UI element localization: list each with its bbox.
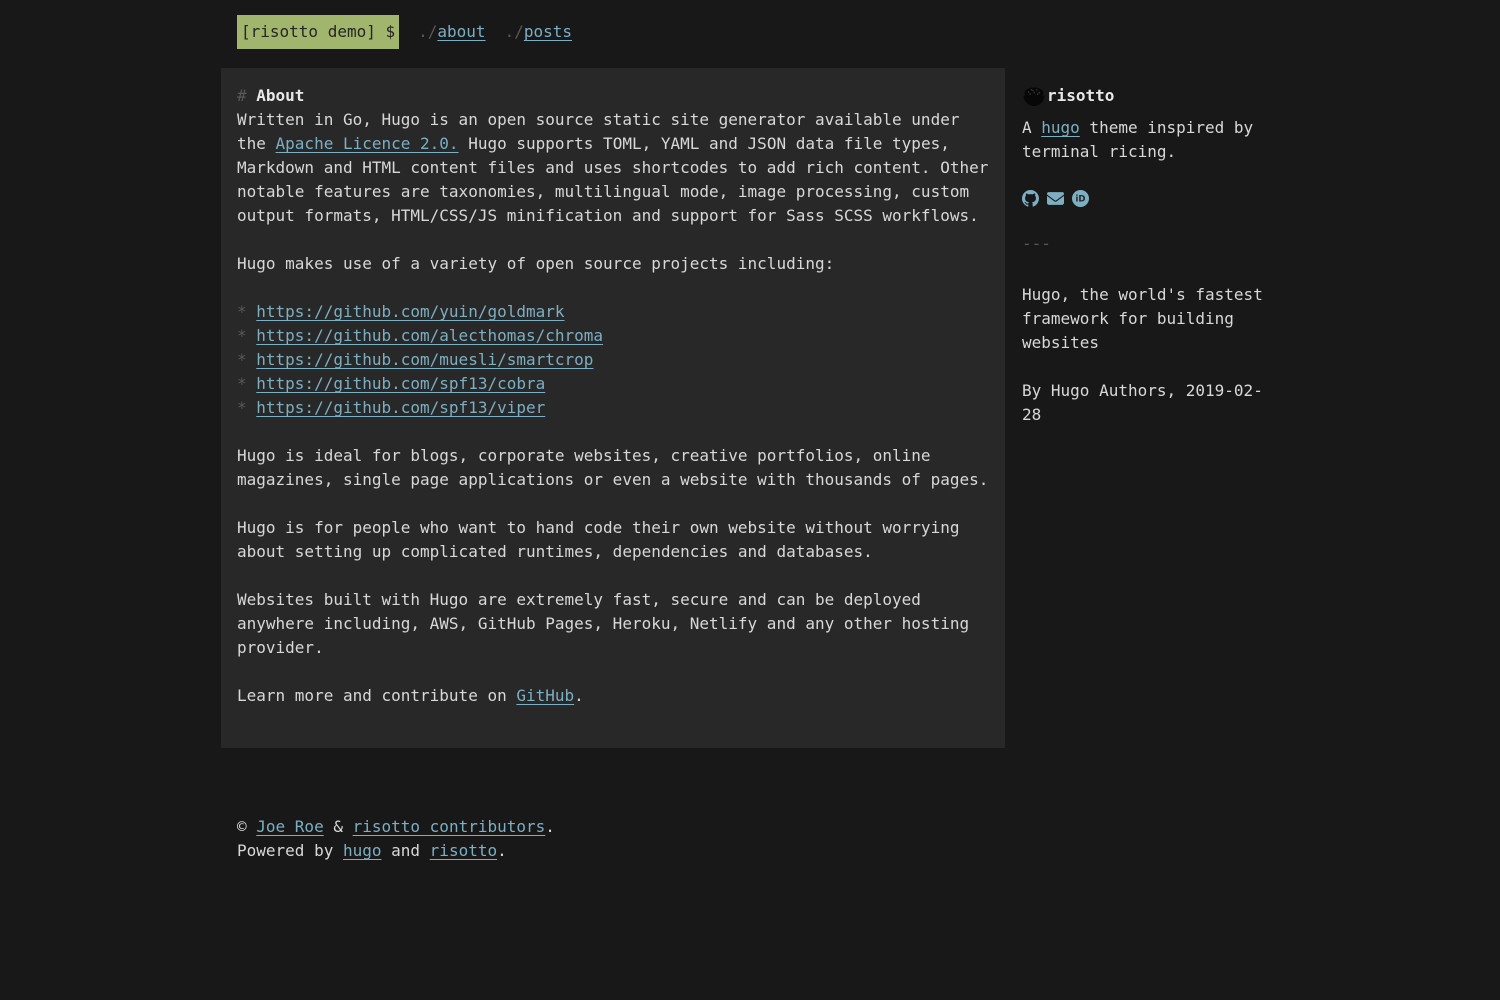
site-tagline: A hugo theme inspired by terminal ricing… (1022, 116, 1279, 164)
paragraph: Hugo makes use of a variety of open sour… (237, 252, 991, 276)
text-run: and (382, 841, 430, 860)
text-run: . (497, 841, 507, 860)
inline-link[interactable]: risotto (430, 841, 497, 860)
inline-link[interactable]: hugo (343, 841, 382, 860)
list-bullet: * (237, 374, 256, 393)
text-run: . (545, 817, 555, 836)
nav-item-prefix: ./ (418, 22, 437, 41)
list-item: * https://github.com/muesli/smartcrop (237, 348, 991, 372)
heading-marker: # (237, 86, 256, 105)
list-item: * https://github.com/spf13/cobra (237, 372, 991, 396)
github-icon-link[interactable] (1022, 190, 1039, 207)
list-link[interactable]: https://github.com/spf13/viper (256, 398, 545, 417)
footer-line: Powered by hugo and risotto. (237, 839, 1279, 863)
sidebar-header: risotto (1022, 84, 1279, 108)
list-link[interactable]: https://github.com/alecthomas/chroma (256, 326, 603, 345)
list-link[interactable]: https://github.com/muesli/smartcrop (256, 350, 593, 369)
github-icon (1022, 190, 1039, 207)
paragraph: Websites built with Hugo are extremely f… (237, 588, 991, 660)
inline-link[interactable]: Apache Licence 2.0. (276, 134, 459, 153)
list-bullet: * (237, 326, 256, 345)
list-item: * https://github.com/yuin/goldmark (237, 300, 991, 324)
nav-item-about: ./about (418, 20, 485, 44)
page: [risotto demo] $ ./about./posts # AboutW… (221, 15, 1279, 863)
social-icons: iD (1022, 190, 1279, 207)
list-item: * https://github.com/alecthomas/chroma (237, 324, 991, 348)
text-run: Hugo is for people who want to hand code… (237, 518, 959, 561)
paragraph: Written in Go, Hugo is an open source st… (237, 108, 991, 228)
text-run: & (324, 817, 353, 836)
sidebar-divider: --- (1022, 232, 1279, 256)
site-title: risotto (1047, 84, 1114, 108)
page-title: # About (237, 84, 991, 108)
list-link[interactable]: https://github.com/spf13/cobra (256, 374, 545, 393)
top-nav: [risotto demo] $ ./about./posts (221, 15, 1279, 49)
inline-link[interactable]: risotto contributors (353, 817, 546, 836)
email-icon (1047, 192, 1064, 205)
text-run: A (1022, 118, 1041, 137)
svg-text:iD: iD (1076, 195, 1086, 205)
list-bullet: * (237, 398, 256, 417)
list-item: * https://github.com/spf13/viper (237, 396, 991, 420)
text-run: . (574, 686, 584, 705)
inline-link[interactable]: Joe Roe (256, 817, 323, 836)
paragraph: Hugo is ideal for blogs, corporate websi… (237, 444, 991, 492)
orcid-icon: iD (1072, 190, 1089, 207)
list-bullet: * (237, 302, 256, 321)
about-content: # AboutWritten in Go, Hugo is an open so… (221, 68, 1005, 748)
text-run: Websites built with Hugo are extremely f… (237, 590, 969, 657)
footer: © Joe Roe & risotto contributors.Powered… (221, 815, 1279, 863)
footer-line: © Joe Roe & risotto contributors. (237, 815, 1279, 839)
main-layout: # AboutWritten in Go, Hugo is an open so… (221, 68, 1279, 748)
byline: By Hugo Authors, 2019-02-28 (1022, 379, 1279, 427)
paragraph: Hugo is for people who want to hand code… (237, 516, 991, 564)
list-link[interactable]: https://github.com/yuin/goldmark (256, 302, 564, 321)
text-run: Powered by (237, 841, 343, 860)
paragraph: Learn more and contribute on GitHub. (237, 684, 991, 708)
link-list: * https://github.com/yuin/goldmark* http… (237, 300, 991, 420)
sidebar: risotto A hugo theme inspired by termina… (1022, 68, 1279, 427)
rice-bowl-logo-icon (1022, 85, 1046, 107)
text-run: Learn more and contribute on (237, 686, 516, 705)
inline-link[interactable]: GitHub (516, 686, 574, 705)
list-bullet: * (237, 350, 256, 369)
nav-link-about[interactable]: about (437, 22, 485, 41)
text-run: Hugo is ideal for blogs, corporate websi… (237, 446, 988, 489)
page-title-text: About (256, 86, 304, 105)
nav-link-posts[interactable]: posts (524, 22, 572, 41)
email-icon-link[interactable] (1047, 192, 1064, 205)
site-prompt-badge[interactable]: [risotto demo] $ (237, 15, 399, 49)
nav-item-posts: ./posts (505, 20, 572, 44)
orcid-icon-link[interactable]: iD (1072, 190, 1089, 207)
nav-item-prefix: ./ (505, 22, 524, 41)
inline-link[interactable]: hugo (1041, 118, 1080, 137)
site-description: Hugo, the world's fastest framework for … (1022, 283, 1279, 355)
text-run: Hugo makes use of a variety of open sour… (237, 254, 834, 273)
text-run: © (237, 817, 256, 836)
